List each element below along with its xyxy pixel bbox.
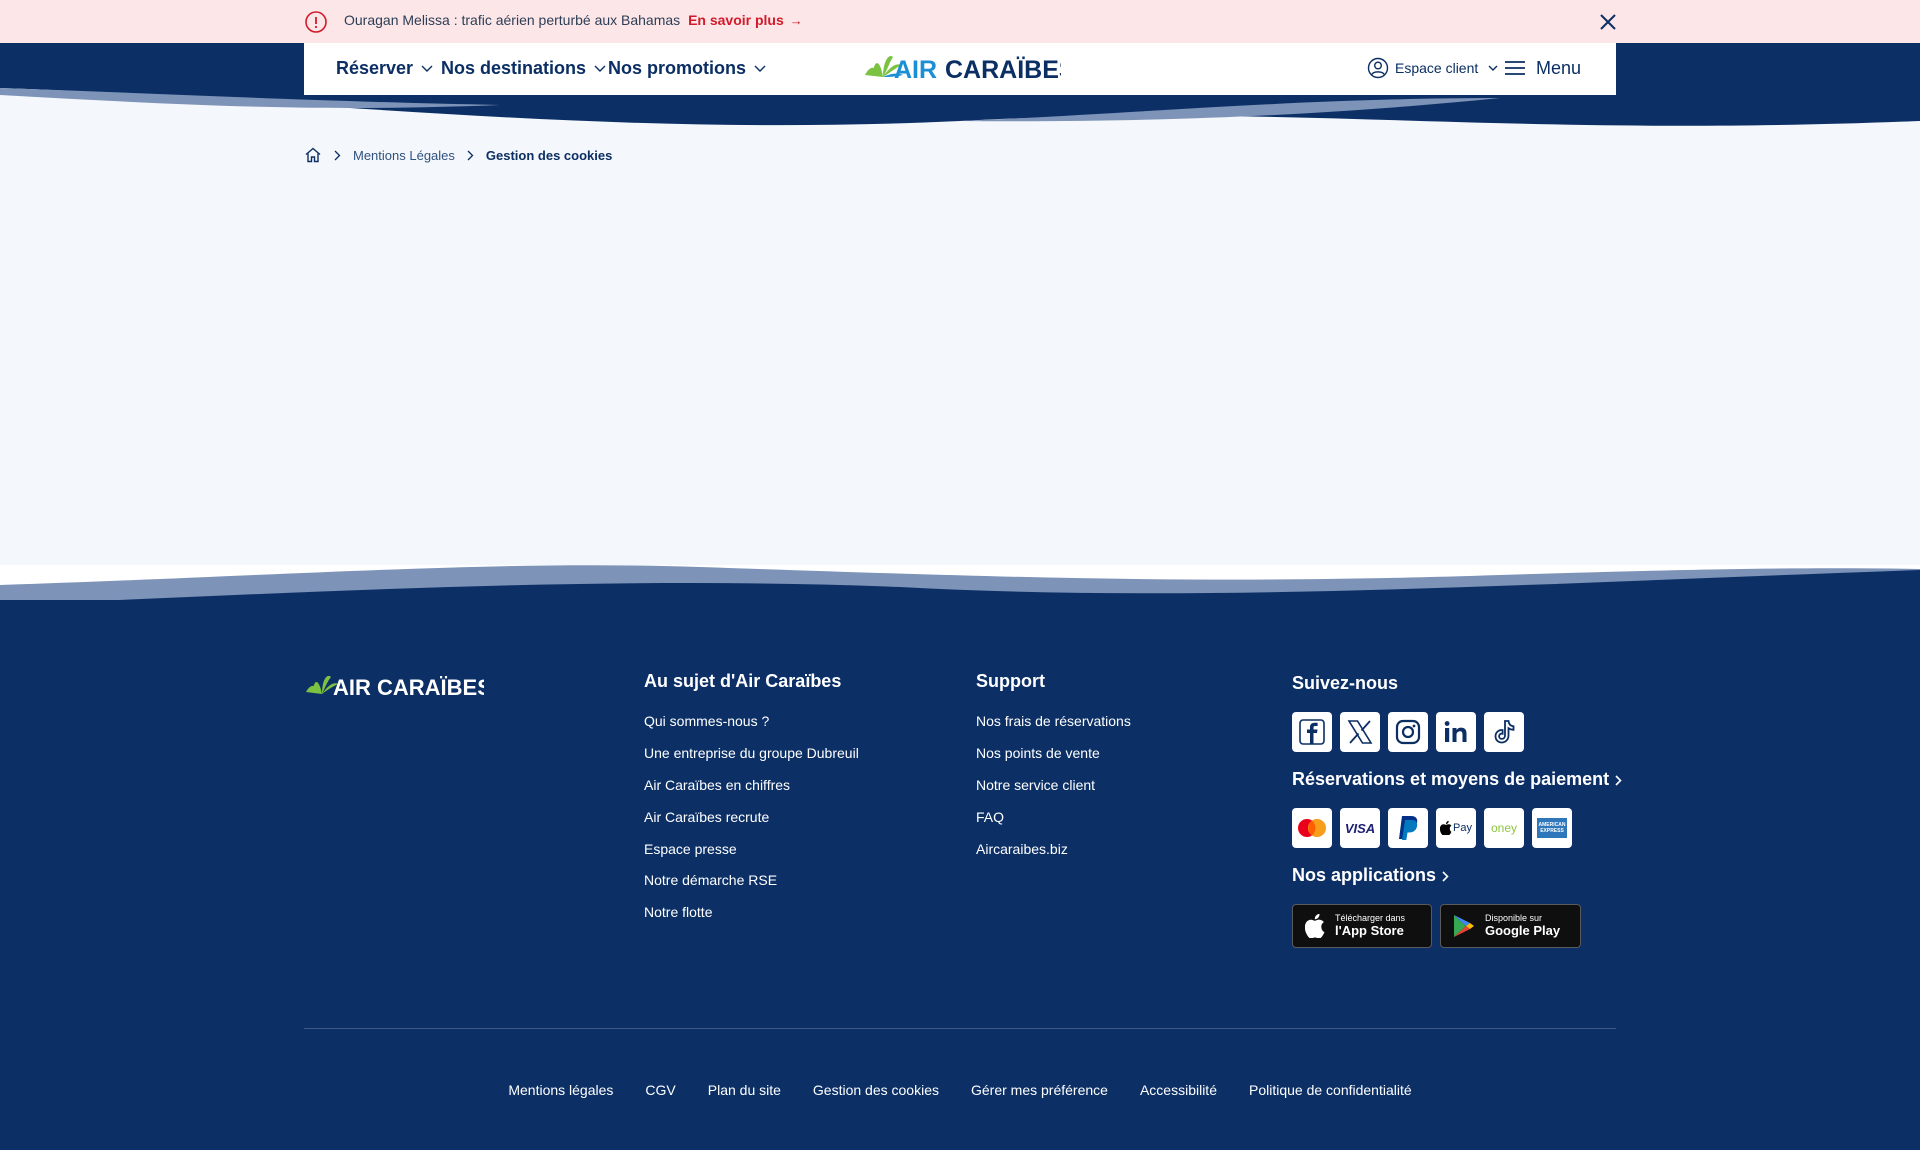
footer-logo-caraibes: CARAÏBES: [377, 675, 484, 700]
apple-pay-icon: Pay: [1436, 808, 1476, 848]
support-link[interactable]: Notre service client: [976, 777, 1095, 793]
alert-learn-more-link[interactable]: En savoir plus: [688, 12, 784, 28]
top-navigation: Réserver Nos destinations Nos promotions…: [304, 43, 1616, 95]
nav-promotions-label: Nos promotions: [608, 58, 746, 78]
amex-label: AMERICAN EXPRESS: [1537, 818, 1567, 838]
apps-title[interactable]: Nos applications: [1292, 865, 1449, 886]
support-link[interactable]: FAQ: [976, 809, 1004, 825]
google-play-button[interactable]: Disponible sur Google Play: [1440, 904, 1581, 948]
logo-caraibes: CARAÏBES: [945, 56, 1061, 84]
app-store-big: l'App Store: [1335, 923, 1404, 938]
menu-label: Menu: [1536, 57, 1582, 78]
payment-methods: VISA Pay oney AMERICAN EXPRESS: [1292, 808, 1572, 848]
chevron-right-icon: [334, 150, 341, 160]
visa-icon: VISA: [1340, 808, 1380, 848]
breadcrumb-current: Gestion des cookies: [485, 147, 613, 163]
tiktok-icon[interactable]: [1484, 712, 1524, 752]
menu-button[interactable]: Menu: [1504, 54, 1581, 82]
follow-title: Suivez-nous: [1292, 673, 1399, 693]
legal-link[interactable]: Mentions légales: [508, 1082, 613, 1098]
chevron-down-icon: [421, 65, 433, 73]
chevron-down-icon: [1488, 65, 1498, 71]
chevron-right-icon: [1442, 871, 1449, 882]
about-link[interactable]: Air Caraïbes recrute: [644, 809, 769, 825]
user-icon: [1367, 57, 1389, 79]
oney-icon: oney: [1484, 808, 1524, 848]
about-link[interactable]: Air Caraïbes en chiffres: [644, 777, 790, 793]
breadcrumb: Mentions Légales Gestion des cookies: [304, 145, 612, 165]
info-icon: [305, 11, 327, 33]
about-link[interactable]: Espace presse: [644, 841, 737, 857]
footer: [0, 600, 1920, 1150]
apps-title-label: Nos applications: [1292, 865, 1437, 885]
google-play-big: Google Play: [1485, 923, 1561, 938]
paypal-icon: [1388, 808, 1428, 848]
nav-reserver-label: Réserver: [336, 58, 414, 78]
facebook-icon[interactable]: [1292, 712, 1332, 752]
account-button[interactable]: Espace client: [1367, 54, 1504, 82]
instagram-icon[interactable]: [1388, 712, 1428, 752]
footer-logo-air: AIR: [333, 675, 371, 700]
nav-reserver[interactable]: Réserver: [336, 58, 433, 79]
linkedin-icon[interactable]: [1436, 712, 1476, 752]
alert-banner: Ouragan Melissa : trafic aérien perturbé…: [0, 0, 1920, 43]
legal-link[interactable]: Gérer mes préférence: [971, 1082, 1108, 1098]
about-link[interactable]: Une entreprise du groupe Dubreuil: [644, 745, 859, 761]
mastercard-icon: [1292, 808, 1332, 848]
home-icon[interactable]: [304, 146, 322, 164]
payments-title[interactable]: Réservations et moyens de paiement: [1292, 769, 1622, 790]
american-express-icon: AMERICAN EXPRESS: [1532, 808, 1572, 848]
about-link[interactable]: Notre flotte: [644, 904, 712, 920]
chevron-down-icon: [754, 65, 766, 73]
close-icon[interactable]: [1598, 12, 1618, 32]
nav-destinations[interactable]: Nos destinations: [441, 58, 606, 79]
app-store-small: Télécharger dans: [1335, 913, 1406, 923]
support-link[interactable]: Nos frais de réservations: [976, 713, 1131, 729]
apple-pay-label: Pay: [1453, 822, 1472, 834]
alert-message: Ouragan Melissa : trafic aérien perturbé…: [344, 12, 803, 28]
legal-link[interactable]: CGV: [645, 1082, 675, 1098]
chevron-right-icon: [467, 150, 474, 160]
about-link[interactable]: Notre démarche RSE: [644, 872, 777, 888]
oney-label: oney: [1490, 821, 1518, 835]
visa-label: VISA: [1344, 820, 1376, 836]
about-title: Au sujet d'Air Caraïbes: [644, 671, 842, 691]
social-links: [1292, 712, 1524, 752]
google-play-small: Disponible sur: [1485, 913, 1543, 923]
app-badges: Télécharger dans l'App Store Disponible …: [1292, 904, 1581, 948]
nav-destinations-label: Nos destinations: [441, 58, 587, 78]
legal-link[interactable]: Accessibilité: [1140, 1082, 1217, 1098]
legal-links: Mentions légales CGV Plan du site Gestio…: [0, 1082, 1920, 1098]
legal-link[interactable]: Gestion des cookies: [813, 1082, 939, 1098]
logo-air: AIR: [894, 56, 937, 84]
account-label: Espace client: [1395, 60, 1479, 76]
breadcrumb-mentions-legales[interactable]: Mentions Légales: [353, 148, 455, 163]
legal-link[interactable]: Politique de confidentialité: [1249, 1082, 1412, 1098]
hamburger-icon: [1505, 61, 1525, 75]
nav-promotions[interactable]: Nos promotions: [608, 58, 766, 79]
main-content: [0, 95, 1920, 565]
alert-message-text: Ouragan Melissa : trafic aérien perturbé…: [344, 12, 681, 28]
chevron-down-icon: [594, 65, 606, 73]
footer-logo[interactable]: AIR CARAÏBES: [304, 670, 492, 700]
app-store-button[interactable]: Télécharger dans l'App Store: [1292, 904, 1432, 948]
chevron-right-icon: [1615, 775, 1622, 786]
footer-divider: [304, 1028, 1616, 1029]
support-link[interactable]: Aircaraibes.biz: [976, 841, 1068, 857]
air-caraibes-logo[interactable]: AIR CARAÏBES: [861, 49, 1076, 85]
support-title: Support: [976, 671, 1045, 691]
support-link[interactable]: Nos points de vente: [976, 745, 1100, 761]
footer-wave: [0, 565, 1920, 605]
arrow-right-icon: →: [789, 13, 803, 28]
apple-icon: [1305, 914, 1325, 938]
x-icon[interactable]: [1340, 712, 1380, 752]
about-link[interactable]: Qui sommes-nous ?: [644, 713, 769, 729]
payments-title-label: Réservations et moyens de paiement: [1292, 769, 1610, 789]
google-play-icon: [1454, 915, 1474, 937]
legal-link[interactable]: Plan du site: [708, 1082, 781, 1098]
